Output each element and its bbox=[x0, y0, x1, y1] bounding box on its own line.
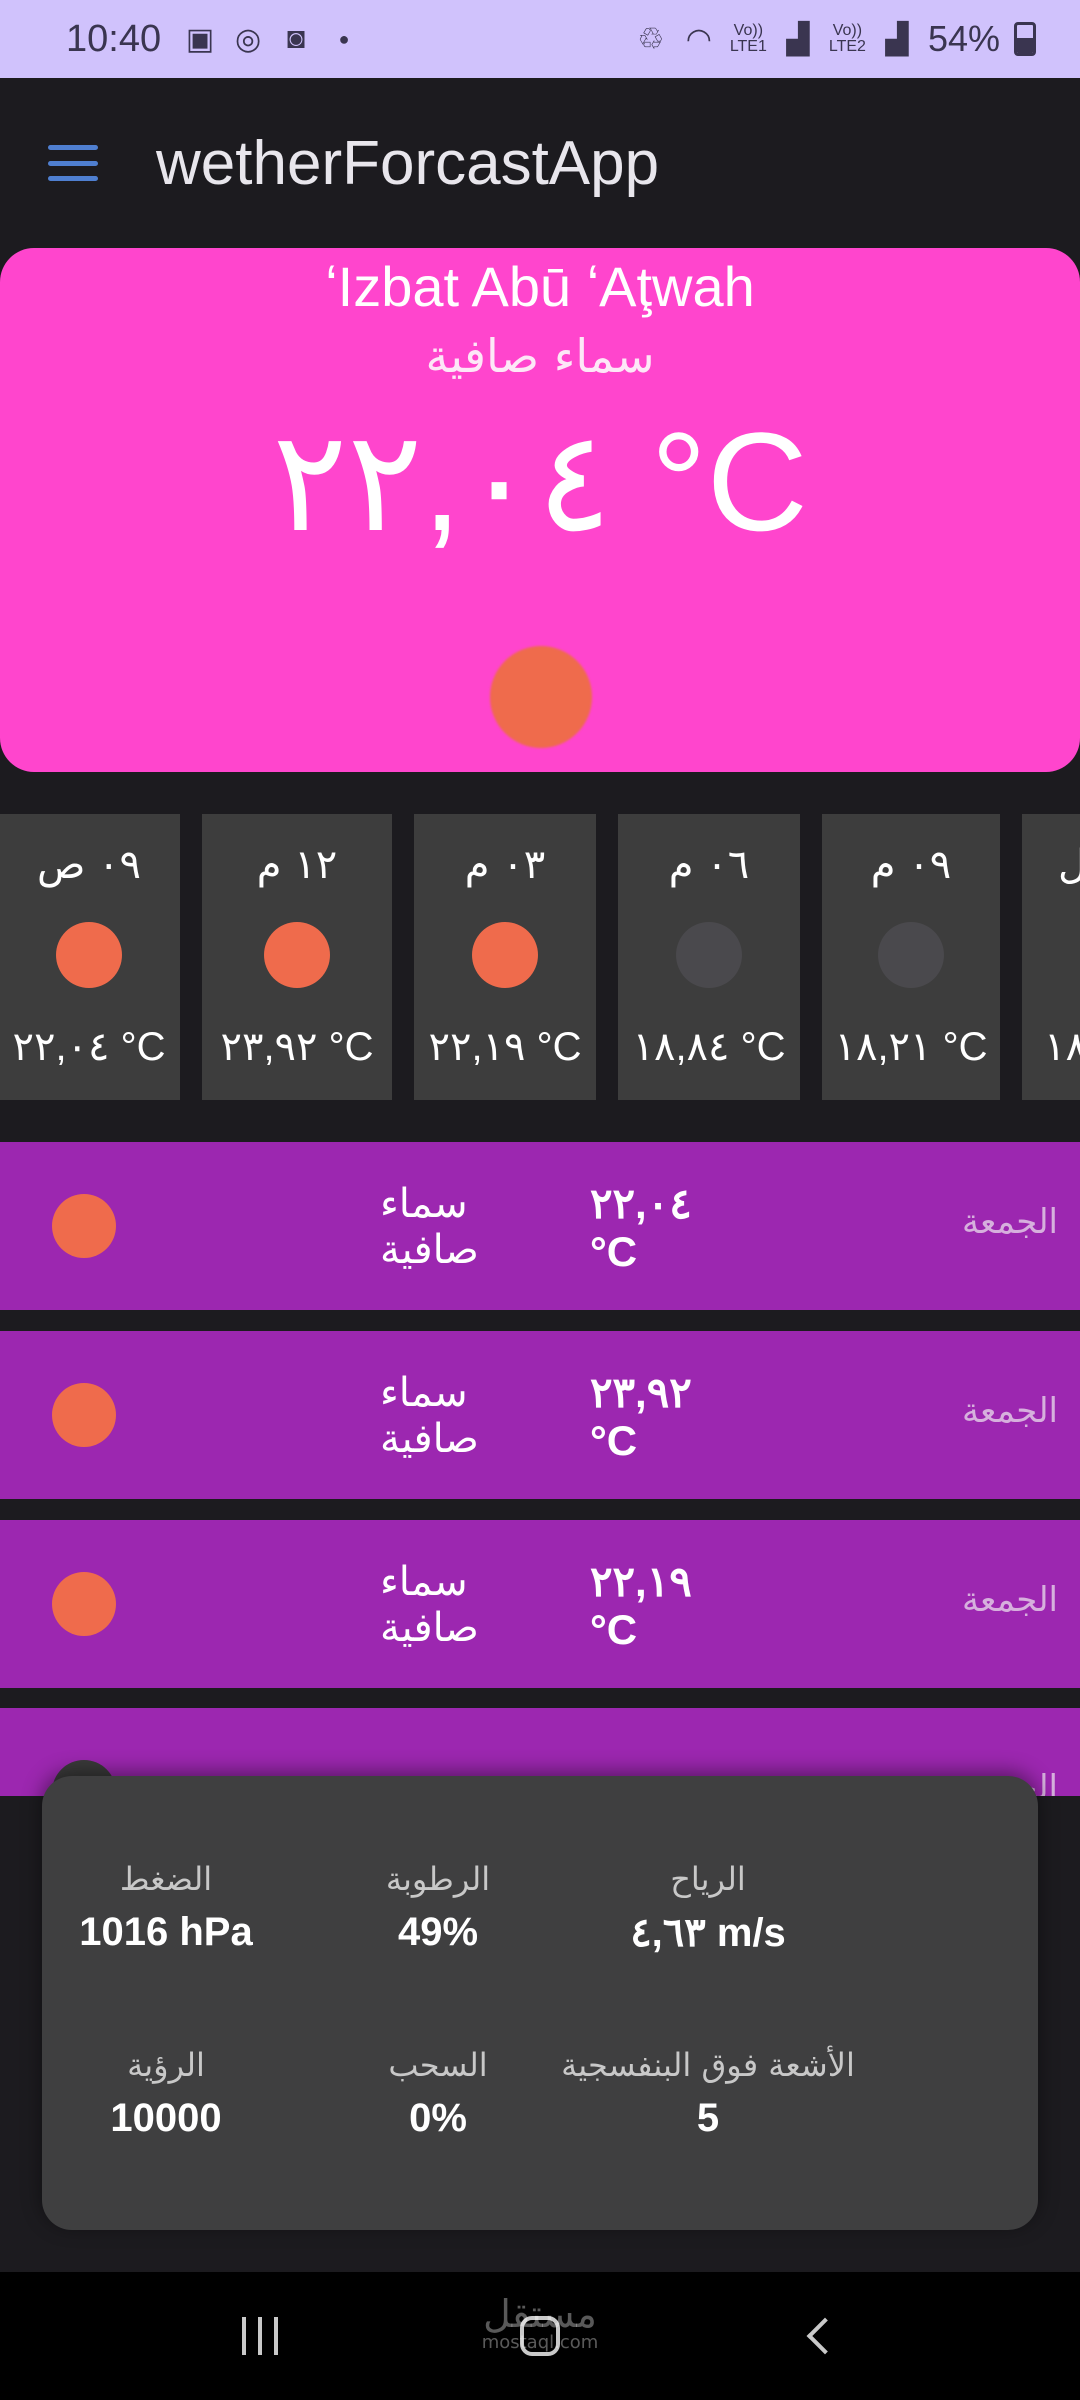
detail-label: السحب bbox=[388, 2046, 488, 2084]
hour-card[interactable]: ٠٦ م ١٨,٨٤ °C bbox=[618, 814, 800, 1100]
gallery-icon: ▣ bbox=[185, 22, 215, 56]
hour-temperature: ٢٢,١٩ °C bbox=[428, 1025, 582, 1069]
weather-details-card: الرياح ٤,٦٣ m/s الرطوبة 49% الضغط 1016 h… bbox=[42, 1776, 1038, 2230]
signal-2-icon: ▟ bbox=[885, 22, 909, 56]
detail-wind: الرياح ٤,٦٣ m/s bbox=[558, 1860, 858, 1956]
day-summary: سماء صافية ٢٣,٩٢ °C bbox=[380, 1369, 740, 1464]
back-button[interactable] bbox=[780, 2296, 860, 2376]
hour-time: ٠٦ م bbox=[668, 842, 750, 888]
hour-time: ل bbox=[1058, 842, 1080, 888]
hour-card[interactable]: ٠٩ م ١٨,٢١ °C bbox=[822, 814, 1000, 1100]
hour-temperature: ٢٢,٠٤ °C bbox=[12, 1025, 166, 1069]
watermark-text: مستقل bbox=[483, 2292, 597, 2336]
moon-icon bbox=[676, 922, 742, 988]
wifi-icon: ◠ bbox=[685, 22, 712, 56]
day-summary: سماء صافية ٢٢,٠٤ °C bbox=[380, 1180, 740, 1275]
hour-time: ٠٩ ص bbox=[36, 842, 142, 888]
battery-percent: 54% bbox=[927, 18, 1000, 59]
sun-icon bbox=[52, 1194, 116, 1258]
detail-label: الرياح bbox=[670, 1860, 746, 1898]
detail-pressure: الضغط 1016 hPa bbox=[16, 1860, 316, 1955]
app-title: wetherForcastApp bbox=[156, 128, 660, 198]
detail-value: 49% bbox=[397, 1910, 479, 1954]
day-description: سماء صافية bbox=[380, 1181, 479, 1273]
detail-label: الرؤية bbox=[127, 2046, 205, 2084]
day-name: الجمعة bbox=[961, 1391, 1058, 1431]
detail-value: 1016 hPa bbox=[79, 1910, 253, 1954]
daily-row[interactable]: سماء صافية ٢٢,٠٤ °C الجمعة bbox=[0, 1142, 1080, 1310]
detail-visibility: الرؤية 10000 bbox=[16, 2046, 316, 2141]
city-name: ʻIzbat Abū ʻAţwah bbox=[325, 255, 755, 318]
day-description: سماء صافية bbox=[380, 1370, 479, 1462]
app-bar: wetherForcastApp bbox=[0, 78, 1080, 248]
hour-card[interactable]: ١٢ م ٢٣,٩٢ °C bbox=[202, 814, 392, 1100]
day-temperature: ٢٢,٠٤ °C bbox=[589, 1179, 692, 1275]
sun-icon bbox=[52, 1572, 116, 1636]
menu-icon[interactable] bbox=[48, 145, 98, 181]
battery-icon bbox=[1014, 22, 1036, 56]
hour-card[interactable]: ل ١٨ bbox=[1022, 814, 1080, 1100]
hour-time: ١٢ م bbox=[256, 842, 338, 888]
current-weather-card: ʻIzbat Abū ʻAţwah سماء صافية ٢٢,٠٤ °C bbox=[0, 248, 1080, 772]
hour-time: ٠٩ م bbox=[870, 842, 952, 888]
hourly-forecast[interactable]: ٠٩ ص ٢٢,٠٤ °C ١٢ م ٢٣,٩٢ °C ٠٣ م ٢٢,١٩ °… bbox=[0, 814, 1080, 1100]
recents-button[interactable] bbox=[220, 2296, 300, 2376]
daily-row[interactable]: سماء صافية ٢٣,٩٢ °C الجمعة bbox=[0, 1331, 1080, 1499]
sun-icon bbox=[52, 1383, 116, 1447]
day-description: سماء صافية bbox=[380, 1559, 479, 1651]
sun-icon bbox=[264, 922, 330, 988]
notification-icons: ▣ ◎ ◙ ● bbox=[183, 22, 361, 56]
moon-icon bbox=[878, 922, 944, 988]
hour-time: ٠٣ م bbox=[464, 842, 546, 888]
network-2-label: Vo)) LTE2 bbox=[828, 22, 866, 55]
whatsapp-icon: ◎ bbox=[235, 22, 262, 56]
daily-row[interactable]: سماء صافية ٢٢,١٩ °C الجمعة bbox=[0, 1520, 1080, 1688]
detail-value: ٤,٦٣ m/s bbox=[630, 1911, 786, 1955]
hour-temperature: ١٨ bbox=[1044, 1025, 1080, 1069]
sun-icon bbox=[472, 922, 538, 988]
battery-fill bbox=[1017, 37, 1033, 53]
detail-label: الرطوبة bbox=[385, 1860, 491, 1898]
detail-humidity: الرطوبة 49% bbox=[288, 1860, 588, 1955]
hour-temperature: ١٨,٨٤ °C bbox=[632, 1025, 786, 1069]
day-name: الجمعة bbox=[961, 1580, 1058, 1620]
status-time: 10:40 bbox=[66, 17, 162, 60]
status-right: ♲ ◠ Vo)) LTE1 ▟ Vo)) LTE2 ▟ 54% bbox=[634, 18, 1036, 60]
sun-icon bbox=[56, 922, 122, 988]
watermark-sub: mostaql.com bbox=[481, 2332, 599, 2353]
signal-1-icon: ▟ bbox=[786, 22, 810, 56]
current-temperature: ٢٢,٠٤ °C bbox=[272, 403, 808, 560]
hour-card[interactable]: ٠٣ م ٢٢,١٩ °C bbox=[414, 814, 596, 1100]
detail-clouds: السحب 0% bbox=[288, 2046, 588, 2141]
watermark: مستقل mostaql.com bbox=[470, 2294, 610, 2352]
detail-value: 10000 bbox=[110, 2096, 222, 2140]
dot-icon: ● bbox=[338, 28, 350, 49]
recents-icon bbox=[242, 2317, 278, 2355]
status-bar: 10:40 ▣ ◎ ◙ ● ♲ ◠ Vo)) LTE1 ▟ Vo)) LTE2 … bbox=[0, 0, 1080, 78]
hour-card[interactable]: ٠٩ ص ٢٢,٠٤ °C bbox=[0, 814, 180, 1100]
day-temperature: ٢٣,٩٢ °C bbox=[589, 1368, 692, 1464]
hour-temperature: ١٨,٢١ °C bbox=[834, 1025, 988, 1069]
network-1-label: Vo)) LTE1 bbox=[729, 22, 767, 55]
battery-saver-icon: ♲ bbox=[637, 22, 665, 56]
day-name: الجمعة bbox=[961, 1202, 1058, 1242]
hour-temperature: ٢٣,٩٢ °C bbox=[220, 1025, 374, 1069]
day-temperature: ٢٢,١٩ °C bbox=[589, 1557, 692, 1653]
day-summary: سماء صافية ٢٢,١٩ °C bbox=[380, 1558, 740, 1653]
detail-label: الضغط bbox=[119, 1860, 213, 1898]
back-icon bbox=[806, 2317, 844, 2355]
detail-value: 0% bbox=[409, 2096, 467, 2140]
weather-description: سماء صافية bbox=[425, 329, 655, 383]
sun-icon bbox=[490, 646, 592, 748]
instagram-icon: ◙ bbox=[287, 22, 306, 55]
